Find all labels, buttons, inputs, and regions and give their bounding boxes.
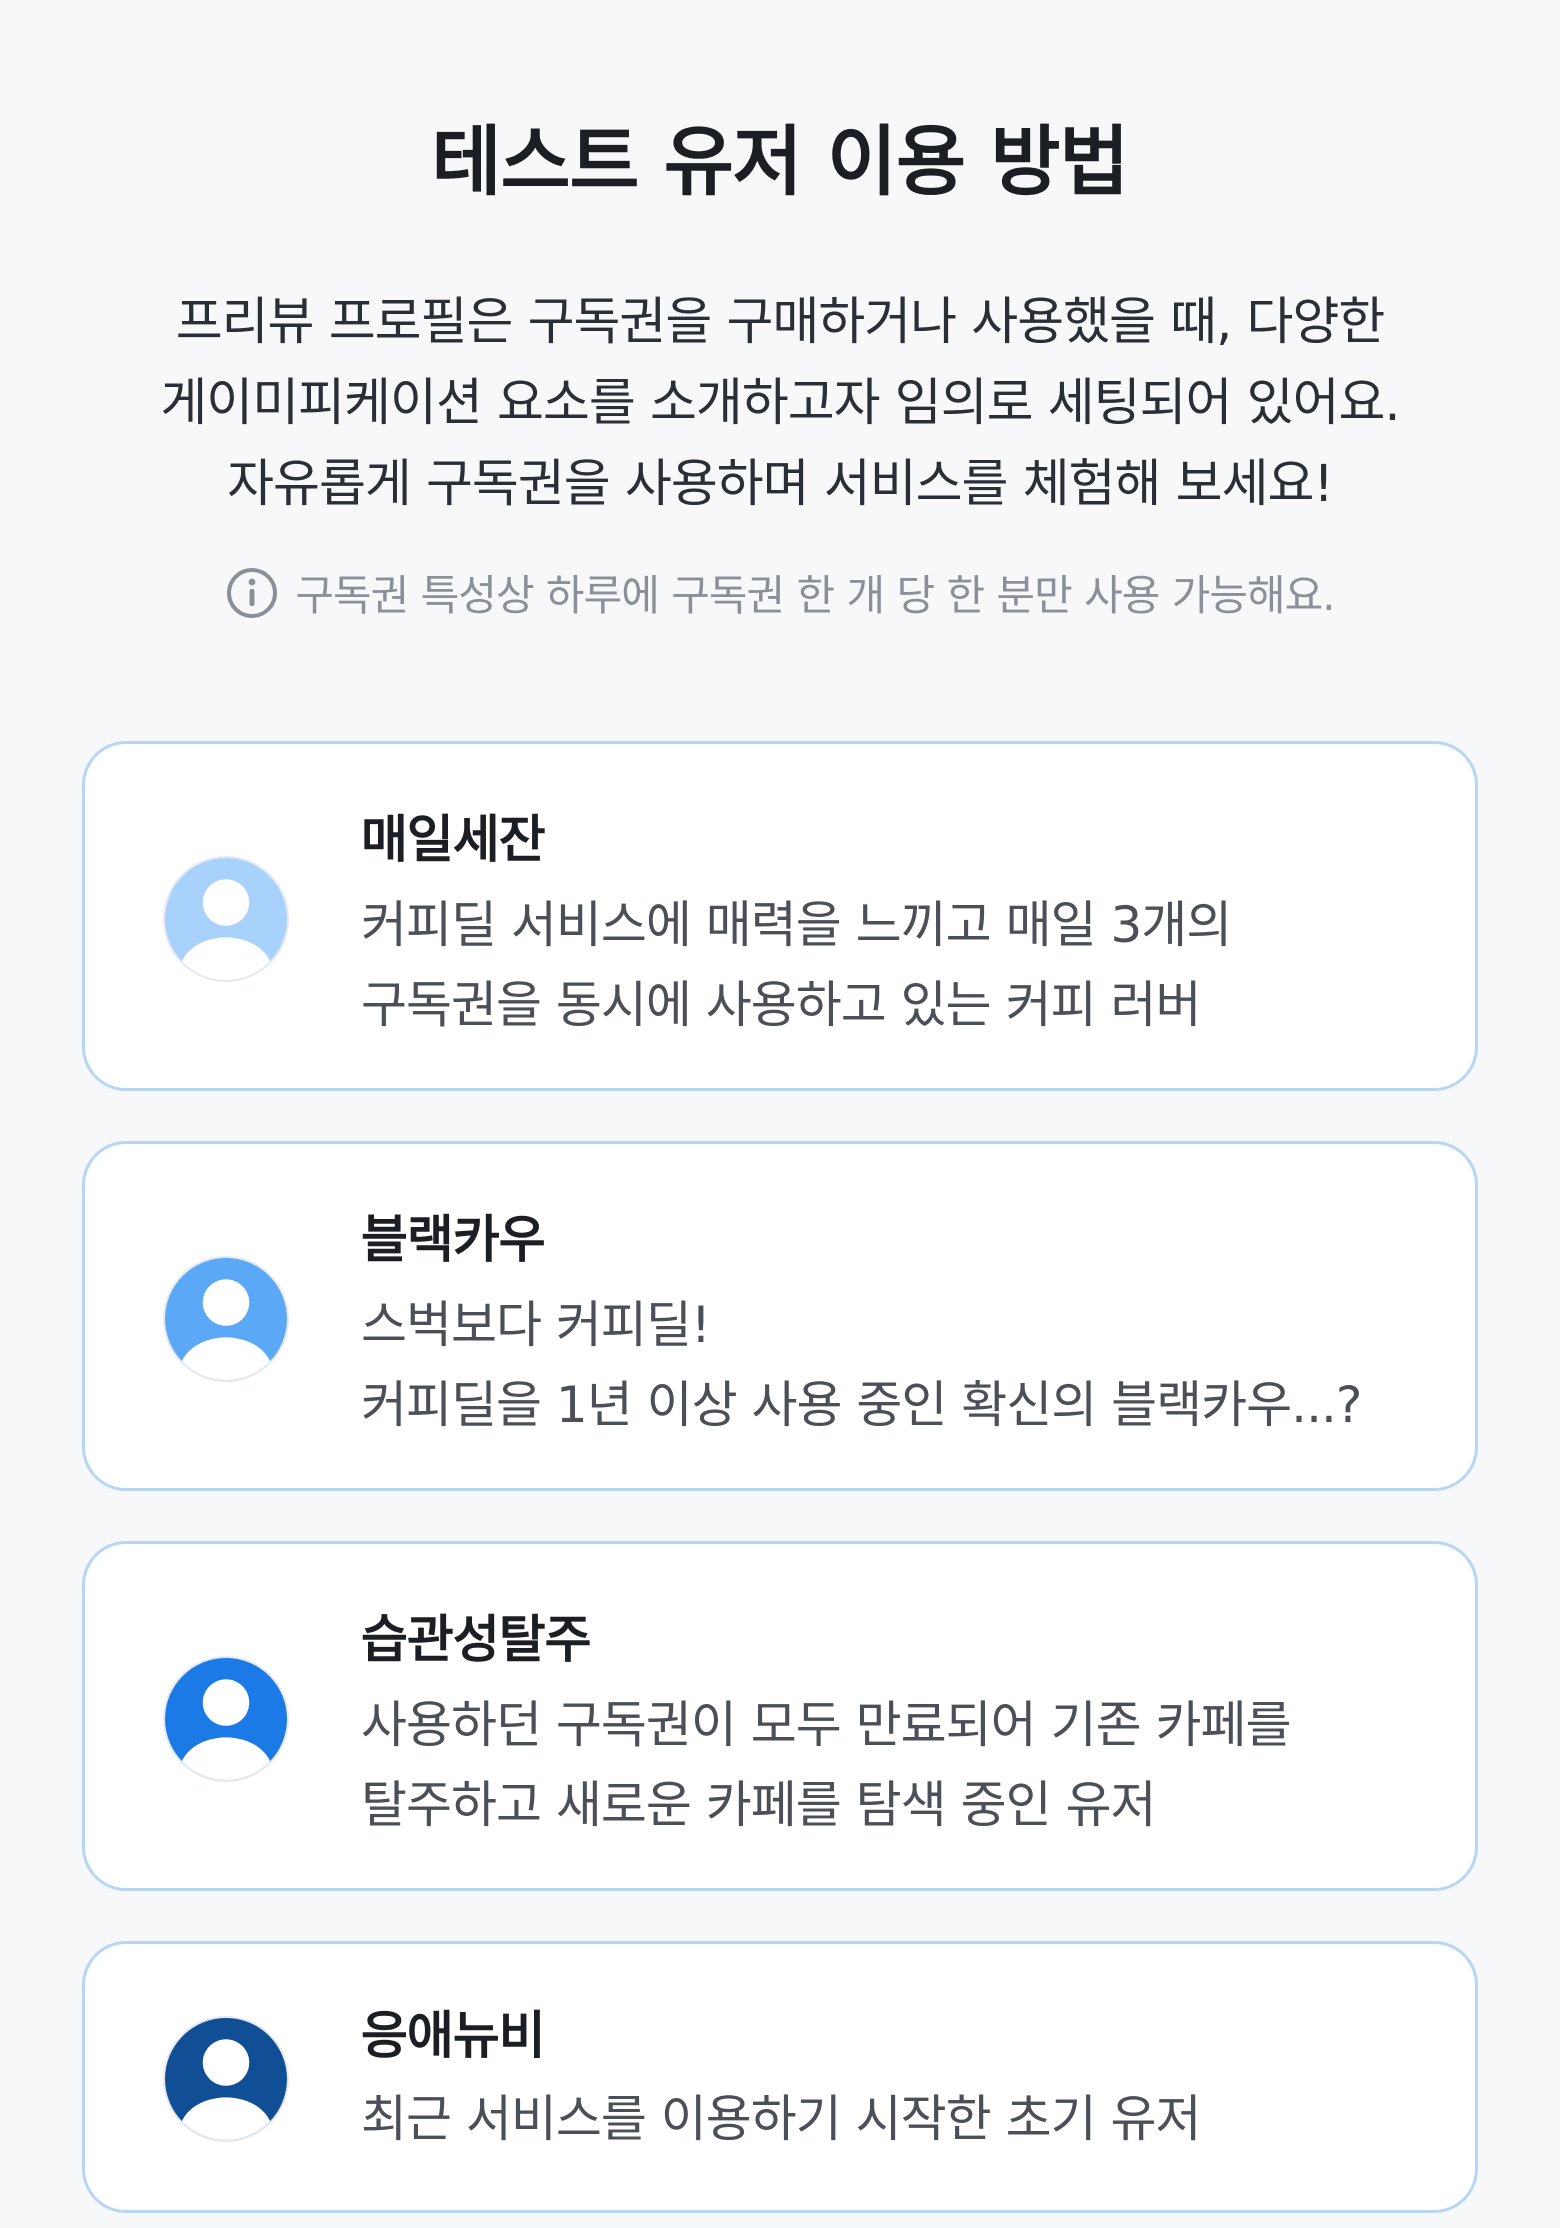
description-line: 사용하던 구독권이 모두 만료되어 기존 카페를 [361, 1696, 1291, 1754]
user-card-habitual-runaway[interactable]: 습관성탈주 사용하던 구독권이 모두 만료되어 기존 카페를 탈주하고 새로운 … [82, 1541, 1478, 1891]
user-description: 사용하던 구독권이 모두 만료되어 기존 카페를 탈주하고 새로운 카페를 탐색… [361, 1685, 1291, 1845]
user-name: 매일세잔 [361, 811, 546, 870]
description-line: 구독권을 동시에 사용하고 있는 커피 러버 [361, 976, 1201, 1034]
user-name: 응애뉴비 [361, 2007, 546, 2066]
description-line: 탈주하고 새로운 카페를 탐색 중인 유저 [361, 1776, 1156, 1834]
description-line: 커피딜 서비스에 매력을 느끼고 매일 3개의 [361, 896, 1232, 954]
description-line: 최근 서비스를 이용하기 시작한 초기 유저 [361, 2090, 1201, 2148]
avatar [163, 1256, 289, 1382]
avatar [163, 856, 289, 982]
page-title: 테스트 유저 이용 방법 [431, 117, 1130, 206]
user-name: 습관성탈주 [361, 1611, 592, 1670]
user-icon [165, 1258, 287, 1380]
info-icon [227, 567, 278, 618]
avatar [163, 2016, 289, 2142]
notice-text: 구독권 특성상 하루에 구독권 한 개 당 한 분만 사용 가능해요. [295, 571, 1335, 620]
user-icon [165, 2018, 287, 2140]
description-line: 프리뷰 프로필은 구독권을 구매하거나 사용했을 때, 다양한 [175, 293, 1386, 352]
user-icon [165, 1658, 287, 1780]
user-description: 최근 서비스를 이용하기 시작한 초기 유저 [361, 2079, 1201, 2159]
avatar [163, 1656, 289, 1782]
description-line: 스벅보다 커피딜! [361, 1296, 711, 1354]
test-user-guide-page: 테스트 유저 이용 방법 프리뷰 프로필은 구독권을 구매하거나 사용했을 때,… [0, 0, 1560, 2228]
description-line: 커피딜을 1년 이상 사용 중인 확신의 블랙카우...? [361, 1376, 1362, 1434]
user-card-blackcow[interactable]: 블랙카우 스벅보다 커피딜! 커피딜을 1년 이상 사용 중인 확신의 블랙카우… [82, 1141, 1478, 1491]
user-description: 커피딜 서비스에 매력을 느끼고 매일 3개의 구독권을 동시에 사용하고 있는… [361, 885, 1232, 1045]
usage-notice: 구독권 특성상 하루에 구독권 한 개 당 한 분만 사용 가능해요. [0, 562, 1560, 623]
description-line: 자유롭게 구독권을 사용하며 서비스를 체험해 보세요! [227, 455, 1334, 514]
description-line: 게이미피케이션 요소를 소개하고자 임의로 세팅되어 있어요. [160, 374, 1400, 433]
user-name: 블랙카우 [361, 1211, 546, 1270]
user-card-newbie[interactable]: 응애뉴비 최근 서비스를 이용하기 시작한 초기 유저 [82, 1941, 1478, 2213]
guide-description: 프리뷰 프로필은 구독권을 구매하거나 사용했을 때, 다양한 게이미피케이션 … [0, 282, 1560, 525]
user-icon [165, 858, 287, 980]
user-card-maeilsejan[interactable]: 매일세잔 커피딜 서비스에 매력을 느끼고 매일 3개의 구독권을 동시에 사용… [82, 741, 1478, 1091]
user-description: 스벅보다 커피딜! 커피딜을 1년 이상 사용 중인 확신의 블랙카우...? [361, 1285, 1362, 1445]
